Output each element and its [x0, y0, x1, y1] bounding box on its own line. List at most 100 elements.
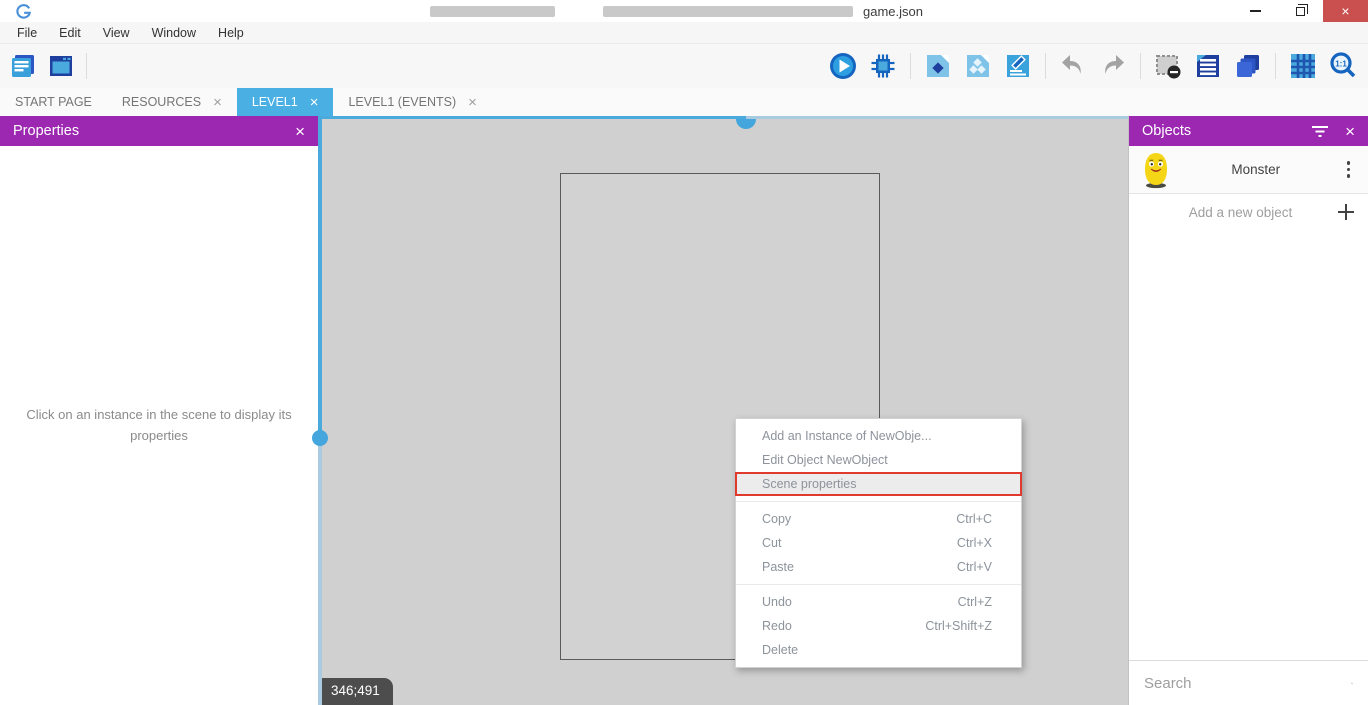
- filter-icon[interactable]: [1311, 124, 1329, 138]
- scene-editor-canvas[interactable]: Add an Instance of NewObje... Edit Objec…: [322, 116, 1128, 705]
- zoom-original-button[interactable]: 1:1: [1326, 49, 1360, 83]
- redacted-path-segment: [603, 6, 853, 17]
- cursor-coordinates-badge: 346;491: [322, 678, 393, 705]
- tab-close-icon[interactable]: ×: [213, 95, 222, 110]
- minimize-icon: [1250, 10, 1261, 12]
- properties-empty-state: Click on an instance in the scene to dis…: [0, 146, 318, 705]
- canvas-top-divider[interactable]: [322, 116, 746, 119]
- menu-item-shortcut: Ctrl+C: [956, 512, 992, 526]
- edit-pencil-icon: [1003, 51, 1033, 81]
- search-input[interactable]: [1144, 675, 1343, 692]
- menu-item-label: Paste: [762, 560, 794, 574]
- menu-item-label: Redo: [762, 619, 792, 633]
- properties-empty-message: Click on an instance in the scene to dis…: [18, 405, 300, 447]
- objects-search-bar: [1129, 660, 1368, 705]
- menu-item-shortcut: Ctrl+Shift+Z: [925, 619, 992, 633]
- window-controls: ×: [1233, 0, 1368, 22]
- tab-resources[interactable]: RESOURCES ×: [107, 88, 237, 116]
- menu-separator: [736, 584, 1021, 585]
- restore-button[interactable]: [1278, 0, 1323, 22]
- toolbar: 1:1: [0, 44, 1368, 88]
- svg-text:1:1: 1:1: [1335, 60, 1347, 69]
- menu-edit[interactable]: Edit: [48, 22, 92, 43]
- render-mask-button[interactable]: [1151, 49, 1185, 83]
- context-menu-item-cut[interactable]: Cut Ctrl+X: [736, 531, 1021, 555]
- add-object-row[interactable]: Add a new object: [1129, 194, 1368, 230]
- menu-item-shortcut: Ctrl+Z: [958, 595, 992, 609]
- context-menu: Add an Instance of NewObje... Edit Objec…: [735, 418, 1022, 668]
- menu-item-label: Scene properties: [762, 477, 857, 491]
- tab-level1[interactable]: LEVEL1 ×: [237, 88, 334, 116]
- canvas-resize-handle[interactable]: [736, 119, 756, 129]
- menu-window[interactable]: Window: [141, 22, 207, 43]
- context-menu-item-scene-properties[interactable]: Scene properties: [735, 472, 1022, 496]
- toolbar-separator: [1140, 53, 1141, 79]
- grid-icon: [1288, 51, 1318, 81]
- layers-editor-button[interactable]: [1231, 49, 1265, 83]
- search-icon[interactable]: [1351, 674, 1353, 693]
- project-manager-button[interactable]: [6, 49, 40, 83]
- menu-separator: [736, 501, 1021, 502]
- object-groups-editor-button[interactable]: [961, 49, 995, 83]
- object-groups-icon: [963, 51, 993, 81]
- menu-item-label: Copy: [762, 512, 791, 526]
- toolbar-left-group: [0, 49, 91, 83]
- zoom-1-1-icon: 1:1: [1328, 51, 1358, 81]
- menu-item-label: Cut: [762, 536, 781, 550]
- instances-list-icon: [1193, 51, 1223, 81]
- redo-button[interactable]: [1096, 49, 1130, 83]
- start-page-icon: [46, 51, 76, 81]
- window-title: game.json: [430, 0, 923, 22]
- menu-item-label: Edit Object NewObject: [762, 453, 888, 467]
- context-menu-item-redo[interactable]: Redo Ctrl+Shift+Z: [736, 614, 1021, 638]
- menu-bar: File Edit View Window Help: [0, 22, 1368, 44]
- close-icon[interactable]: ×: [1345, 123, 1355, 140]
- start-page-button[interactable]: [44, 49, 78, 83]
- tab-level1-events[interactable]: LEVEL1 (EVENTS) ×: [333, 88, 491, 116]
- tab-close-icon[interactable]: ×: [310, 95, 319, 110]
- editor-tab-bar: START PAGE RESOURCES × LEVEL1 × LEVEL1 (…: [0, 88, 1368, 116]
- close-button[interactable]: ×: [1323, 0, 1368, 22]
- project-manager-icon: [8, 51, 38, 81]
- redacted-path-segment: [430, 6, 555, 17]
- menu-file[interactable]: File: [6, 22, 48, 43]
- instances-list-button[interactable]: [1191, 49, 1225, 83]
- context-menu-item-undo[interactable]: Undo Ctrl+Z: [736, 590, 1021, 614]
- close-icon[interactable]: ×: [295, 123, 305, 140]
- context-menu-item-copy[interactable]: Copy Ctrl+C: [736, 507, 1021, 531]
- context-menu-item-delete[interactable]: Delete: [736, 638, 1021, 662]
- object-options-kebab-icon[interactable]: [1341, 159, 1357, 180]
- tab-start-page[interactable]: START PAGE: [0, 88, 107, 116]
- tab-close-icon[interactable]: ×: [468, 95, 477, 110]
- debugger-button[interactable]: [866, 49, 900, 83]
- tab-label: RESOURCES: [122, 95, 201, 109]
- context-menu-item-paste[interactable]: Paste Ctrl+V: [736, 555, 1021, 579]
- plus-icon[interactable]: [1338, 204, 1354, 220]
- undo-button[interactable]: [1056, 49, 1090, 83]
- object-list-item-monster[interactable]: Monster: [1129, 146, 1368, 194]
- main-area: Properties × Click on an instance in the…: [0, 116, 1368, 705]
- grid-toggle-button[interactable]: [1286, 49, 1320, 83]
- objects-editor-button[interactable]: [921, 49, 955, 83]
- context-menu-item-edit-object[interactable]: Edit Object NewObject: [736, 448, 1021, 472]
- toolbar-separator: [1275, 53, 1276, 79]
- context-menu-item-add-instance[interactable]: Add an Instance of NewObje...: [736, 424, 1021, 448]
- object-name: Monster: [1171, 162, 1341, 177]
- scene-properties-edit-button[interactable]: [1001, 49, 1035, 83]
- play-icon: [828, 51, 858, 81]
- preview-play-button[interactable]: [826, 49, 860, 83]
- window-title-filename: game.json: [863, 4, 923, 19]
- monster-object-thumbnail: [1141, 151, 1171, 189]
- menu-item-label: Undo: [762, 595, 792, 609]
- menu-view[interactable]: View: [92, 22, 141, 43]
- panel-resize-handle[interactable]: [312, 430, 328, 446]
- add-object-label: Add a new object: [1143, 205, 1338, 220]
- menu-help[interactable]: Help: [207, 22, 255, 43]
- restore-icon: [1296, 7, 1305, 16]
- menu-item-shortcut: Ctrl+V: [957, 560, 992, 574]
- minimize-button[interactable]: [1233, 0, 1278, 22]
- gdevelop-logo-icon: [16, 4, 31, 19]
- objects-list-empty-space: [1129, 230, 1368, 660]
- close-icon: ×: [1341, 4, 1349, 18]
- tab-label: START PAGE: [15, 95, 92, 109]
